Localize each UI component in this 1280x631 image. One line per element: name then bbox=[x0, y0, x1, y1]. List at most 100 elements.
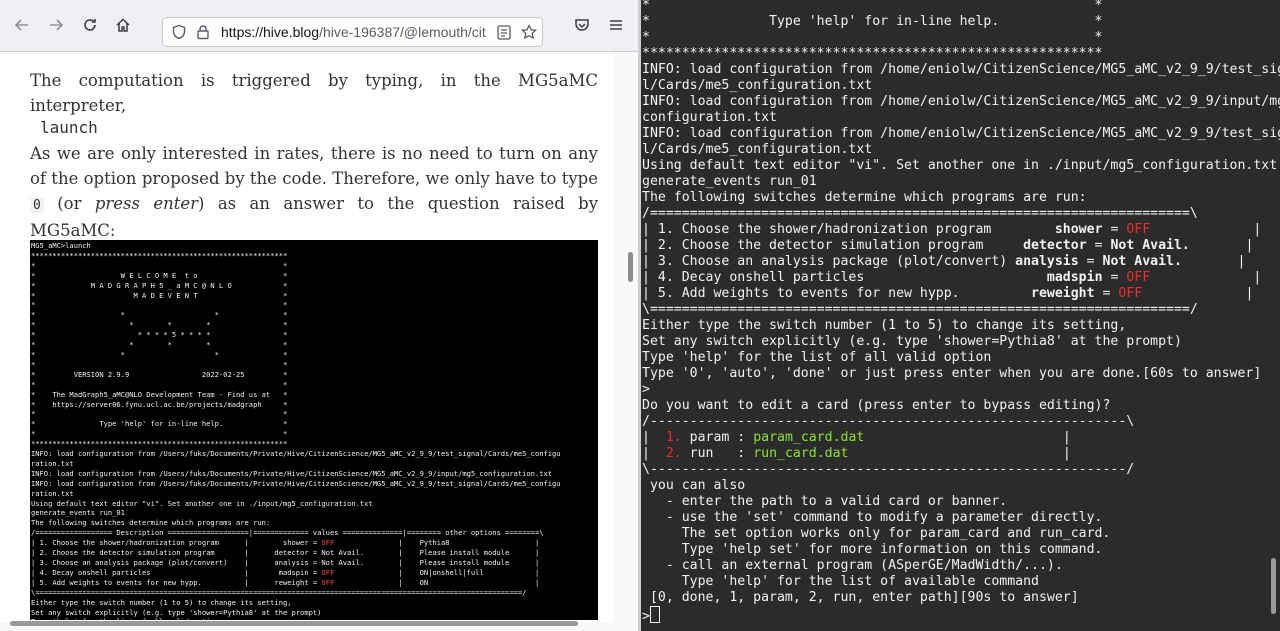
embedded-terminal-line: INFO: load configuration from /Users/fuk… bbox=[31, 478, 561, 488]
terminal-line: * * bbox=[642, 30, 1103, 45]
embedded-terminal-line: * * * * * 5 * * * * * bbox=[31, 330, 288, 340]
switch-key: reweight bbox=[1023, 286, 1095, 301]
embedded-terminal-line: * * bbox=[31, 260, 288, 270]
terminal-prompt[interactable]: > bbox=[642, 606, 1280, 625]
bookmark-star-icon[interactable] bbox=[521, 24, 537, 40]
switch-row-end: | bbox=[1150, 222, 1262, 237]
embedded-terminal-line: Either type the switch number (1 to 5) t… bbox=[31, 597, 292, 607]
embedded-terminal-line: * * * * bbox=[31, 349, 288, 359]
terminal-line: - enter the path to a valid card or bann… bbox=[642, 494, 1008, 509]
switch-table-border: /=======================================… bbox=[642, 206, 1198, 221]
switch-description: | 4. Decay onshell particles bbox=[642, 270, 1032, 285]
terminal-line: - use the 'set' command to modify a para… bbox=[642, 510, 1103, 525]
terminal-window[interactable]: * * * Type 'help' for in-line help. * * * *… bbox=[641, 0, 1280, 631]
card-row-start: | bbox=[642, 430, 666, 445]
embedded-terminal-line: The following switches determine which p… bbox=[31, 518, 271, 528]
hamburger-menu-icon bbox=[610, 20, 622, 30]
lock-icon[interactable] bbox=[196, 24, 210, 40]
terminal-line: INFO: load configuration from /home/enio… bbox=[642, 62, 1280, 77]
embedded-terminal-line: ****************************************… bbox=[31, 250, 288, 260]
embedded-terminal-line: * https://server06.fynu.ucl.ac.be/projec… bbox=[31, 399, 288, 409]
reload-icon bbox=[84, 19, 96, 31]
embedded-terminal-line-text: | 5. Add weights to events for new hypp.… bbox=[31, 577, 322, 587]
switch-row-end: | bbox=[1142, 286, 1254, 301]
reload-button[interactable] bbox=[77, 12, 103, 38]
switch-value: OFF bbox=[1126, 222, 1151, 237]
paragraph-rates: As we are only interested in rates, ther… bbox=[30, 141, 598, 243]
switch-description: | 5. Add weights to events for new hypp. bbox=[642, 286, 1024, 301]
switch-row-end: | bbox=[1189, 238, 1254, 253]
embedded-terminal-line: * * * * bbox=[31, 310, 288, 320]
switch-table-row: | 1. Choose the shower/hadronization pro… bbox=[642, 222, 1280, 238]
embedded-terminal-line: * The MadGraph5_aMC@NLO Development Team… bbox=[31, 389, 288, 399]
pocket-button[interactable] bbox=[569, 12, 595, 38]
embedded-terminal-line-text: | ON | bbox=[334, 577, 540, 587]
embedded-switch-off-value: OFF bbox=[321, 538, 335, 548]
url-bar[interactable]: https://hive.blog/hive-196387/@lemouth/c… bbox=[162, 17, 543, 47]
terminal-line: * Type 'help' for in-line help. * bbox=[642, 14, 1103, 29]
card-table-border: /---------------------------------------… bbox=[642, 414, 1135, 429]
reader-view-icon[interactable] bbox=[497, 25, 511, 40]
embedded-terminal-line: ****************************************… bbox=[31, 439, 288, 449]
terminal-line: Type 'help' for the list of available co… bbox=[642, 574, 1039, 589]
embedded-terminal-line-text: | 4. Decay onshell particles | madspin = bbox=[31, 567, 322, 577]
pocket-icon bbox=[575, 19, 589, 31]
card-row-end: | bbox=[848, 446, 1071, 461]
terminal-scrollbar[interactable] bbox=[1271, 558, 1276, 614]
forward-button[interactable] bbox=[43, 12, 69, 38]
terminal-line: you can also bbox=[642, 478, 746, 493]
embedded-terminal-line: \=======================================… bbox=[31, 587, 527, 597]
arrow-right-icon bbox=[50, 19, 64, 31]
switch-equals: = bbox=[1078, 254, 1103, 269]
shield-icon[interactable] bbox=[171, 24, 187, 40]
terminal-line: Set any switch explicitly (e.g. type 'sh… bbox=[642, 334, 1182, 349]
vertical-scrollbar[interactable] bbox=[628, 252, 633, 282]
url-text[interactable]: https://hive.blog/hive-196387/@lemouth/c… bbox=[221, 24, 486, 40]
embedded-terminal-line: ration.txt bbox=[31, 488, 74, 498]
terminal-line: Type 'help' for the list of all valid op… bbox=[642, 350, 992, 365]
card-row-start: | bbox=[642, 446, 666, 461]
embedded-terminal-line: * * bbox=[31, 379, 288, 389]
menu-button[interactable] bbox=[603, 12, 629, 38]
paragraph-rates-part-b: (or bbox=[43, 194, 95, 213]
home-button[interactable] bbox=[110, 12, 136, 38]
embedded-terminal-line: * W E L C O M E t o * bbox=[31, 270, 288, 280]
switch-value: Not Avail. bbox=[1102, 254, 1182, 269]
back-button[interactable] bbox=[9, 12, 35, 38]
terminal-line: l/Cards/me5_configuration.txt bbox=[642, 142, 873, 157]
horizontal-scrollbar[interactable] bbox=[10, 621, 578, 626]
embedded-terminal-line: * * bbox=[31, 429, 288, 439]
embedded-switch-off-value: OFF bbox=[321, 567, 335, 577]
code-launch: launch bbox=[40, 118, 98, 137]
switch-value: Not Avail. bbox=[1110, 238, 1190, 253]
switch-equals: = bbox=[1102, 222, 1127, 237]
terminal-line: generate_events run_01 bbox=[642, 174, 817, 189]
card-number: 1. bbox=[665, 430, 682, 445]
card-row-end: | bbox=[864, 430, 1071, 445]
paragraph-rates-part-a: As we are only interested in rates, ther… bbox=[30, 144, 598, 188]
embedded-terminal-line: * M A D E V E N T * bbox=[31, 290, 288, 300]
switch-row-end: | bbox=[1150, 270, 1262, 285]
terminal-line: l/Cards/me5_configuration.txt bbox=[642, 78, 873, 93]
prompt-symbol: > bbox=[642, 609, 650, 624]
embedded-terminal-line: * Type 'help' for in-line help. * bbox=[31, 419, 288, 429]
embedded-terminal-line: | 3. Choose an analysis package (plot/co… bbox=[31, 558, 540, 567]
switch-table-row: | 2. Choose the detector simulation prog… bbox=[642, 238, 1280, 254]
embedded-terminal-line: * VERSION 2.9.9 2022-02-25 * bbox=[31, 369, 288, 379]
embedded-terminal-line: | 5. Add weights to events for new hypp.… bbox=[31, 578, 561, 588]
terminal-line: ****************************************… bbox=[642, 46, 1103, 61]
embedded-terminal-line: * * bbox=[31, 300, 288, 310]
embedded-terminal-line: * * bbox=[31, 359, 288, 369]
card-name: run : bbox=[681, 446, 754, 461]
embedded-terminal-line: MG5_aMC>launch bbox=[31, 241, 91, 250]
embedded-terminal-line: * * * * * bbox=[31, 320, 288, 330]
arrow-left-icon bbox=[14, 19, 28, 31]
embedded-terminal-line: INFO: load configuration from /Users/fuk… bbox=[31, 468, 553, 478]
switch-value: OFF bbox=[1126, 270, 1151, 285]
terminal-line: Type 'help set' for more information on … bbox=[642, 542, 1103, 557]
card-file: param_card.dat bbox=[753, 430, 865, 445]
embedded-terminal-line: Using default text editor "vi". Set anot… bbox=[31, 498, 373, 508]
switch-key: madspin bbox=[1031, 270, 1103, 285]
switch-equals: = bbox=[1086, 238, 1111, 253]
inline-code-zero: 0 bbox=[30, 198, 44, 213]
